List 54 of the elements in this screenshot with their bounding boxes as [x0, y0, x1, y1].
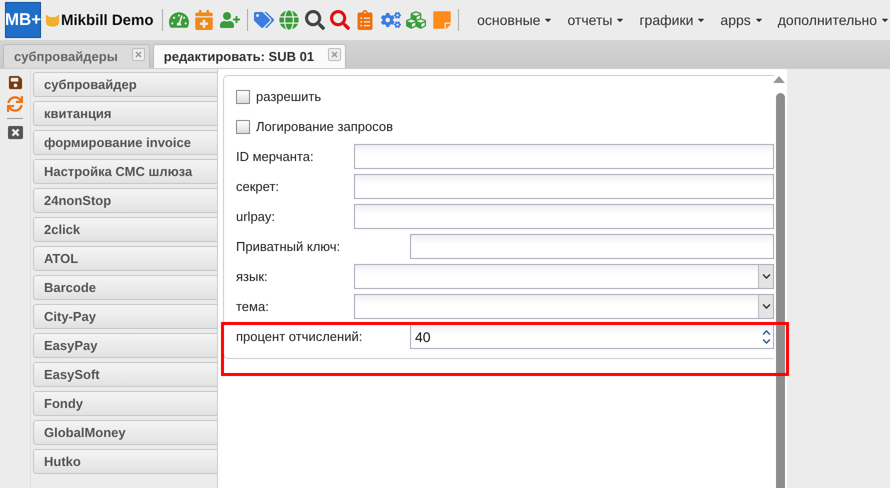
- side-menu-item[interactable]: квитанция: [33, 101, 217, 126]
- side-menu-item[interactable]: ATOL: [33, 246, 217, 271]
- search-icon[interactable]: [327, 10, 353, 30]
- side-menu-item[interactable]: формирование invoice: [33, 130, 217, 155]
- select-field[interactable]: [354, 294, 774, 319]
- refresh-icon[interactable]: [7, 96, 23, 112]
- close-icon[interactable]: [8, 125, 22, 140]
- speedometer-icon[interactable]: [166, 10, 192, 30]
- cat-icon: [45, 12, 60, 28]
- search-icon[interactable]: [302, 10, 328, 30]
- checkbox-label: разрешить: [256, 89, 322, 104]
- close-icon[interactable]: [328, 48, 342, 61]
- checkbox[interactable]: [236, 120, 250, 134]
- input-field[interactable]: [354, 174, 774, 199]
- save-icon[interactable]: [8, 75, 22, 90]
- field-label: процент отчислений:: [236, 329, 364, 344]
- menu-item[interactable]: отчеты: [567, 12, 626, 28]
- field-label: Приватный ключ:: [236, 239, 342, 254]
- menu-item[interactable]: основные: [477, 12, 554, 28]
- side-menu-item[interactable]: Barcode: [33, 275, 217, 300]
- side-menu-item[interactable]: 2click: [33, 217, 217, 242]
- field-label: тема:: [236, 299, 270, 314]
- select-field[interactable]: [354, 264, 774, 289]
- side-menu-item[interactable]: EasySoft: [33, 362, 217, 387]
- brand-name: Mikbill Demo: [61, 12, 154, 28]
- menu-item[interactable]: apps: [720, 12, 764, 28]
- menu-item[interactable]: дополнительно: [778, 12, 890, 28]
- tags-icon[interactable]: [251, 10, 277, 30]
- input-field[interactable]: [410, 234, 774, 259]
- side-menu-item[interactable]: 24nonStop: [33, 188, 217, 213]
- side-menu-item[interactable]: Fondy: [33, 391, 217, 416]
- side-menu-item[interactable]: Настройка СМС шлюза: [33, 159, 217, 184]
- tab[interactable]: редактировать: SUB 01: [152, 44, 346, 68]
- cubes-icon[interactable]: [404, 10, 429, 30]
- field-label: urlpay:: [236, 209, 276, 224]
- field-label: язык:: [236, 269, 269, 284]
- add-user-icon[interactable]: [217, 10, 242, 30]
- field-label: ID мерчанта:: [236, 149, 315, 164]
- app-logo[interactable]: MB+: [5, 2, 41, 38]
- side-menu-item[interactable]: Hutko: [33, 449, 217, 474]
- side-menu-item[interactable]: субпровайдер: [33, 72, 217, 97]
- menu-item[interactable]: графики: [639, 12, 706, 28]
- field-label: секрет:: [236, 179, 280, 194]
- checkbox[interactable]: [236, 90, 250, 104]
- input-field[interactable]: [354, 144, 774, 169]
- checkbox-label: Логирование запросов: [256, 119, 393, 134]
- side-menu-item[interactable]: GlobalMoney: [33, 420, 217, 445]
- settings-icon[interactable]: [378, 10, 404, 30]
- number-field[interactable]: 40: [410, 324, 774, 349]
- side-menu-item[interactable]: EasyPay: [33, 333, 217, 358]
- side-menu-item[interactable]: City-Pay: [33, 304, 217, 329]
- tab[interactable]: субпровайдеры: [3, 44, 150, 68]
- input-field[interactable]: [354, 204, 774, 229]
- scrollbar-thumb[interactable]: [776, 93, 785, 488]
